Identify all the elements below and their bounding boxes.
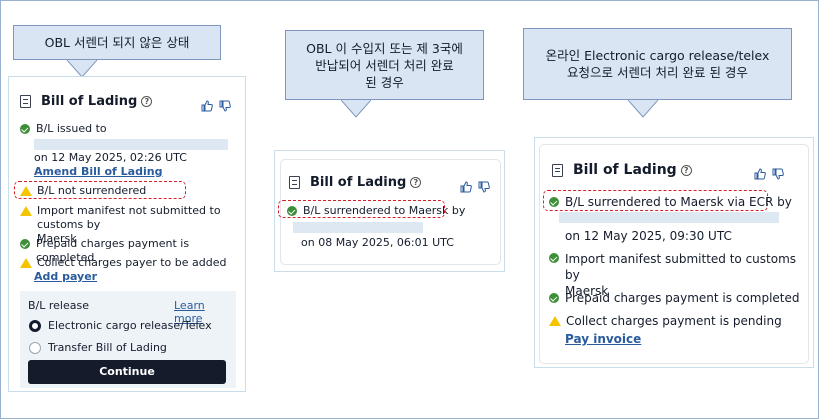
thumbs-up-icon[interactable] bbox=[201, 97, 213, 112]
callout-text: OBL 서렌더 되지 않은 상태 bbox=[44, 35, 190, 50]
check-circle-icon bbox=[549, 293, 559, 303]
thumbs-down-icon[interactable] bbox=[478, 178, 490, 193]
continue-button[interactable]: Continue bbox=[28, 360, 226, 384]
highlight-box bbox=[543, 190, 768, 211]
status-issued: B/L issued to bbox=[20, 122, 107, 136]
redacted-party bbox=[34, 139, 228, 150]
radio-indicator[interactable] bbox=[29, 341, 41, 354]
card-title: Bill of Lading bbox=[573, 162, 677, 178]
card-title: Bill of Lading bbox=[41, 94, 138, 109]
callout-tail bbox=[341, 100, 371, 118]
callout-line: 요청으로 서렌더 처리 완료 된 경우 bbox=[567, 65, 748, 80]
status-collect: Collect charges payer to be added bbox=[20, 256, 226, 270]
warning-icon bbox=[20, 258, 32, 268]
pay-invoice-link[interactable]: Pay invoice bbox=[565, 332, 641, 346]
redacted-party bbox=[293, 222, 423, 233]
radio-label: Transfer Bill of Lading bbox=[48, 341, 167, 354]
surrendered-date: on 08 May 2025, 06:01 UTC bbox=[301, 236, 454, 249]
amend-bill-link[interactable]: Amend Bill of Lading bbox=[34, 165, 162, 178]
status-text: B/L issued to bbox=[36, 122, 107, 135]
check-circle-icon bbox=[20, 124, 30, 134]
check-circle-icon bbox=[549, 253, 559, 263]
document-icon bbox=[20, 95, 31, 108]
help-icon[interactable]: ? bbox=[680, 164, 692, 176]
callout-line: OBL 이 수입지 또는 제 3국에 bbox=[306, 40, 463, 56]
radio-ecr[interactable]: Electronic cargo release/Telex bbox=[29, 319, 212, 332]
card-header: Bill of Lading ? bbox=[20, 94, 153, 109]
callout-line: 온라인 Electronic cargo release/telex bbox=[545, 48, 770, 63]
feedback-buttons bbox=[754, 165, 784, 180]
callout-line: 반납되어 서렌더 처리 완료 bbox=[315, 57, 454, 73]
feedback-buttons bbox=[201, 97, 231, 112]
radio-label: Electronic cargo release/Telex bbox=[48, 319, 212, 332]
highlight-box bbox=[14, 181, 186, 199]
callout-tail bbox=[628, 100, 658, 118]
thumbs-down-icon[interactable] bbox=[772, 165, 784, 180]
feedback-buttons bbox=[460, 178, 490, 193]
radio-transfer[interactable]: Transfer Bill of Lading bbox=[29, 341, 167, 354]
redacted-party bbox=[559, 212, 779, 223]
document-icon bbox=[289, 176, 300, 189]
card-header: Bill of Lading ? bbox=[552, 162, 692, 178]
thumbs-up-icon[interactable] bbox=[460, 178, 472, 193]
radio-selected-indicator[interactable] bbox=[29, 319, 41, 332]
thumbs-down-icon[interactable] bbox=[219, 97, 231, 112]
help-icon[interactable]: ? bbox=[141, 96, 153, 107]
status-line: Import manifest not submitted to customs… bbox=[37, 204, 221, 231]
callout-surrendered-returned: OBL 이 수입지 또는 제 3국에 반납되어 서렌더 처리 완료 된 경우 bbox=[285, 30, 484, 118]
card-title: Bill of Lading bbox=[310, 175, 407, 190]
status-line: Import manifest submitted to customs by bbox=[565, 252, 797, 282]
warning-icon bbox=[549, 316, 561, 326]
card-header: Bill of Lading ? bbox=[289, 175, 422, 190]
bl-release-panel: B/L release Learn more Electronic cargo … bbox=[20, 291, 236, 388]
status-text: Prepaid charges payment is completed bbox=[565, 291, 800, 305]
check-circle-icon bbox=[20, 239, 30, 249]
bill-of-lading-card-not-surrendered: Bill of Lading ? B/L issued to on 12 May… bbox=[8, 76, 246, 392]
issued-date: on 12 May 2025, 02:26 UTC bbox=[34, 151, 187, 164]
callout-surrendered-ecr: 온라인 Electronic cargo release/telex 요청으로 … bbox=[523, 28, 792, 118]
bill-of-lading-card-surrendered-ecr: Bill of Lading ? B/L surrendered to Maer… bbox=[534, 137, 814, 368]
callout-line: 된 경우 bbox=[365, 74, 404, 90]
document-icon bbox=[552, 163, 563, 177]
add-payer-link[interactable]: Add payer bbox=[34, 270, 97, 283]
release-label: B/L release bbox=[28, 299, 89, 312]
status-prepaid: Prepaid charges payment is completed bbox=[549, 291, 800, 305]
callout-not-surrendered: OBL 서렌더 되지 않은 상태 bbox=[13, 25, 221, 78]
help-icon[interactable]: ? bbox=[410, 177, 422, 188]
status-collect: Collect charges payment is pending bbox=[549, 314, 782, 328]
highlight-box bbox=[278, 200, 445, 218]
surrendered-date: on 12 May 2025, 09:30 UTC bbox=[565, 229, 732, 243]
warning-icon bbox=[20, 206, 32, 216]
bill-of-lading-card-surrendered: Bill of Lading ? B/L surrendered to Maer… bbox=[274, 150, 505, 272]
thumbs-up-icon[interactable] bbox=[754, 165, 766, 180]
status-text: Collect charges payment is pending bbox=[566, 314, 782, 328]
status-text: Collect charges payer to be added bbox=[37, 256, 227, 269]
